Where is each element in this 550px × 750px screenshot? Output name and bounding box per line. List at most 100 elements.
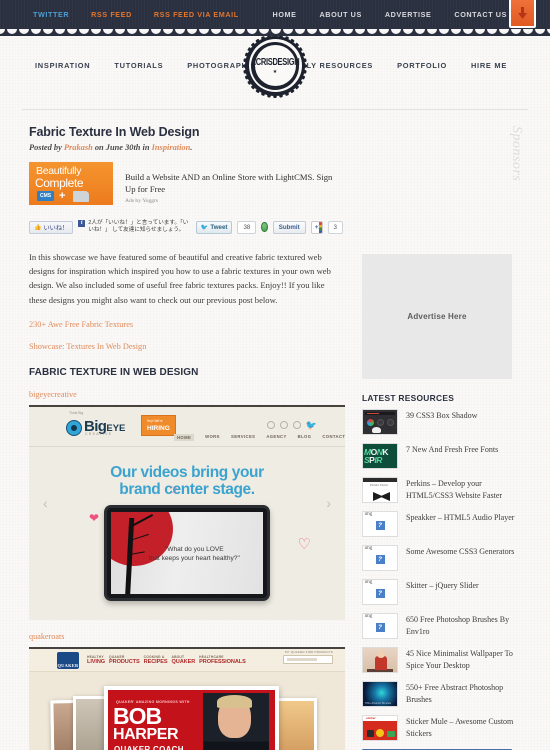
thumbs-up-icon: 👍 (34, 224, 42, 231)
list-item[interactable]: MONK SPIR 7 New And Fresh Free Fonts (362, 443, 528, 469)
topbar-link-rss-feed[interactable]: RSS FEED (91, 10, 132, 19)
ad-byline: Ads by Yoggrs (125, 198, 159, 204)
post-meta-end: . (190, 143, 193, 152)
free-fonts-thumb: MONK SPIR (362, 443, 398, 469)
list-item-title[interactable]: 7 New And Fresh Free Fonts (406, 443, 498, 456)
instagram-circle-icon[interactable] (279, 420, 288, 429)
quaker-mock: QUAKER HEALTHY LIVING QUAKER PRODUCTS COOK… (29, 648, 345, 750)
quaker-header: QUAKER HEALTHY LIVING QUAKER PRODUCTS COOK… (29, 648, 345, 672)
list-item-title[interactable]: 550+ Free Abstract Photoshop Brushes (406, 681, 528, 705)
quaker-nav-item-1[interactable]: QUAKER PRODUCTS (109, 655, 140, 666)
list-item-title[interactable]: Some Awesome CSS3 Generators (406, 545, 514, 558)
showcase-screenshot-quakeroats[interactable]: QUAKER HEALTHY LIVING QUAKER PRODUCTS COOK… (29, 646, 345, 750)
stumbleupon-submit-button[interactable]: Submit (272, 220, 306, 234)
bigeye-headline-line1: Our videos bring your (110, 463, 264, 481)
slider-next-arrow[interactable]: › (326, 495, 331, 511)
down-arrow-icon (518, 6, 527, 19)
primary-nav-right: DAILY RESOURCES PORTFOLIO HIRE ME (292, 61, 507, 70)
social-share-bar: 👍 いいね！ f 2人が「いいね！」と言っています。「いいね！」 して友達に知ら… (29, 217, 343, 237)
post-category-link[interactable]: Inspiration (152, 143, 191, 152)
hero-person-photo (203, 692, 269, 750)
bigeye-nav-agency[interactable]: AGENCY (266, 434, 286, 441)
site-logo[interactable]: ACRISDESIGN ★ (243, 33, 307, 98)
broken-image-icon: ? (362, 545, 398, 571)
slider-prev-arrow[interactable]: ‹ (43, 495, 48, 511)
related-link-2[interactable]: Showcase: Textures In Web Design (29, 342, 336, 351)
broken-image-icon: ? (362, 613, 398, 639)
ad-banner-image[interactable]: Beautifully Complete CMS + (29, 162, 113, 205)
list-item-title[interactable]: 650 Free Photoshop Brushes By Env1ro (406, 613, 528, 637)
bigeye-nav-services[interactable]: SERVICES (231, 434, 255, 441)
tablet-quote-line1: "What do you LOVE (164, 545, 224, 553)
related-link-1[interactable]: 230+ Awe Free Fabric Textures (29, 320, 336, 329)
topbar-link-about-us[interactable]: ABOUT US (320, 10, 362, 19)
list-item[interactable]: 39 CSS3 Box Shadow (362, 409, 528, 435)
broken-image-glyph: ? (375, 521, 385, 530)
hero-main-card[interactable]: QUAKER' AMAZING MORNINGS WITH BOB HARPER… (104, 685, 279, 750)
sponsors-label: Sponsors (509, 126, 524, 182)
topbar-link-contact-us[interactable]: CONTACT US (454, 10, 507, 19)
list-item-title[interactable]: Perkins – Develop your HTML5/CSS3 Websit… (406, 477, 528, 501)
topbar-link-home[interactable]: HOME (273, 10, 297, 19)
quaker-logo[interactable]: QUAKER (57, 651, 79, 669)
quaker-nav-item-0[interactable]: HEALTHY LIVING (87, 655, 105, 666)
quaker-utility-links[interactable]: MY QUAKER FIND PRODUCTS (285, 650, 333, 654)
quaker-search-input[interactable] (283, 654, 333, 664)
broken-image-glyph: ? (375, 589, 385, 598)
list-item-title[interactable]: Speakker – HTML5 Audio Player (406, 511, 514, 524)
list-item[interactable]: ? Skitter – jQuery Slider (362, 579, 528, 605)
facebook-like-button[interactable]: 👍 いいね！ (29, 220, 74, 234)
shopping-cart-icon (73, 191, 89, 202)
list-item-title[interactable]: Sticker Mule – Awesome Custom Stickers (406, 715, 528, 739)
broken-image-icon: ? (362, 511, 398, 537)
abstract-brushes-thumb: 550+ Abstract Brushes (362, 681, 398, 707)
list-item[interactable]: ? 650 Free Photoshop Brushes By Env1ro (362, 613, 528, 639)
list-item-title[interactable]: 45 Nice Minimalist Wallpaper To Spice Yo… (406, 647, 528, 671)
list-item[interactable]: ? Some Awesome CSS3 Generators (362, 545, 528, 571)
tweet-button[interactable]: 🐦 Tweet (195, 220, 233, 234)
google-plus-one-button[interactable]: +1 (310, 220, 323, 234)
nav-portfolio[interactable]: PORTFOLIO (397, 61, 447, 70)
bigeye-nav-work[interactable]: WORK (205, 434, 220, 441)
logo-core: ACRISDESIGN ★ (251, 45, 300, 86)
quaker-nav-item-3[interactable]: ABOUT QUAKER (172, 655, 196, 666)
topbar-link-rss-email[interactable]: RSS FEED VIA EMAIL (154, 10, 239, 19)
bigeye-hiring-badge[interactable]: Hey! We're HIRING (141, 414, 176, 436)
bigeye-nav-contact[interactable]: CONTACT (322, 434, 345, 441)
nav-hire-me[interactable]: HIRE ME (471, 61, 507, 70)
post-author-link[interactable]: Prakash (64, 143, 93, 152)
showcase-screenshot-bigeyecreative[interactable]: Think Big BigEYE CREATIVE Hey! We're HIRI… (29, 404, 345, 620)
hero-card-right (273, 697, 317, 750)
list-item[interactable]: 550+ Abstract Brushes 550+ Free Abstract… (362, 681, 528, 707)
facebook-circle-icon[interactable] (266, 420, 275, 429)
topbar-link-advertise[interactable]: ADVERTISE (385, 10, 432, 19)
list-item[interactable]: 45 Nice Minimalist Wallpaper To Spice Yo… (362, 647, 528, 673)
heart-icon-2: ❤ (89, 510, 100, 525)
quaker-nav: HEALTHY LIVING QUAKER PRODUCTS COOKING & RE… (87, 655, 246, 666)
quaker-nav-item-2[interactable]: COOKING & RECIPES (144, 655, 168, 666)
scroll-down-button[interactable] (509, 0, 536, 28)
ad-headline[interactable]: Build a Website AND an Online Store with… (125, 171, 343, 195)
list-item[interactable]: ? Speakker – HTML5 Audio Player (362, 511, 528, 537)
quaker-hero-stage: QUAKER' AMAZING MORNINGS WITH BOB HARPER… (29, 671, 345, 750)
vimeo-circle-icon[interactable] (292, 420, 301, 429)
list-item-title[interactable]: Skitter – jQuery Slider (406, 579, 479, 592)
stumbleupon-icon[interactable] (261, 222, 268, 232)
bigeye-nav-home[interactable]: HOME (174, 433, 195, 441)
list-item[interactable]: Sticker Mule – Awesome Custom Stickers (362, 715, 528, 741)
bigeye-nav-blog[interactable]: BLOG (298, 434, 312, 441)
list-item-title[interactable]: 39 CSS3 Box Shadow (406, 409, 477, 422)
nav-inspiration[interactable]: INSPIRATION (35, 61, 90, 70)
broken-image-icon: ? (362, 579, 398, 605)
advertisement-block[interactable]: Beautifully Complete CMS + Build a Websi… (29, 162, 343, 205)
showcase-caption-quakeroats[interactable]: quakeroats (29, 632, 336, 641)
post-meta-mid: on June 30th in (92, 143, 152, 152)
nav-tutorials[interactable]: TUTORIALS (114, 61, 163, 70)
quaker-nav-item-4[interactable]: HEALTHCARE PROFESSIONALS (199, 655, 246, 666)
showcase-caption-bigeyecreative[interactable]: bigeyecreative (29, 390, 336, 399)
advertise-here-placeholder[interactable]: Advertise Here (362, 254, 512, 379)
twitter-bird-icon-large[interactable]: 🐦 (306, 420, 317, 429)
topbar-social-links: TWITTER RSS FEED RSS FEED VIA EMAIL (33, 10, 239, 19)
list-item[interactable]: Perkins Theme Perkins – Develop your HTM… (362, 477, 528, 503)
topbar-link-twitter[interactable]: TWITTER (33, 10, 69, 19)
